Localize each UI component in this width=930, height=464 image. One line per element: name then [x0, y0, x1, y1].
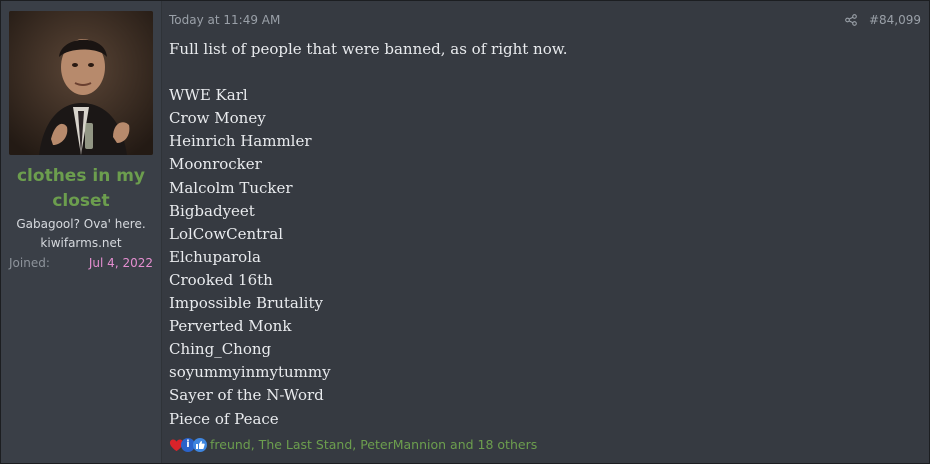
message-line: Perverted Monk [169, 317, 292, 336]
message-line [169, 61, 568, 84]
message-line: Crow Money [169, 109, 266, 128]
user-banner: kiwifarms.net [40, 236, 122, 250]
joined-date: Jul 4, 2022 [88, 256, 153, 270]
avatar-image [9, 11, 153, 155]
username[interactable]: clothes in my closet [1, 164, 161, 214]
message-line: LolCowCentral [169, 224, 284, 243]
message-line: Moonrocker [169, 155, 262, 174]
user-sidebar: clothes in my closet Gabagool? Ova' here… [1, 1, 162, 463]
message-line: Sayer of the N-Word [169, 386, 324, 405]
reactions-bar: i freund, The Last Stand, PeterMannion a… [169, 437, 537, 452]
message-line: Malcolm Tucker [169, 178, 293, 197]
message-body: Full list of people that were banned, as… [169, 38, 568, 431]
message-line: Elchuparola [169, 247, 261, 266]
message-line: WWE Karl [169, 86, 248, 105]
message-line: Crooked 16th [169, 270, 273, 289]
reaction-icons[interactable]: i [169, 437, 207, 452]
post-number-link[interactable]: #84,099 [869, 13, 921, 27]
message-line: Impossible Brutality [169, 294, 323, 313]
message-line: Full list of people that were banned, as… [169, 40, 568, 58]
message-line: Ching_Chong [169, 340, 272, 359]
message-line: Bigbadyeet [169, 201, 255, 220]
user-title: Gabagool? Ova' here. [16, 217, 146, 231]
message-line: Piece of Peace [169, 409, 279, 428]
avatar[interactable] [9, 11, 153, 155]
post-timestamp[interactable]: Today at 11:49 AM [169, 13, 280, 27]
post-main: Today at 11:49 AM #84,099 Full list of p… [169, 1, 929, 463]
post-actions: #84,099 [845, 13, 921, 27]
like-icon [193, 437, 207, 452]
joined-label: Joined: [9, 256, 50, 270]
message-line: soyummyinmytummy [169, 363, 331, 382]
share-icon[interactable] [845, 14, 857, 26]
reactions-summary-link[interactable]: freund, The Last Stand, PeterMannion and… [210, 437, 537, 452]
post: clothes in my closet Gabagool? Ova' here… [0, 0, 930, 464]
message-line: Heinrich Hammler [169, 132, 312, 151]
